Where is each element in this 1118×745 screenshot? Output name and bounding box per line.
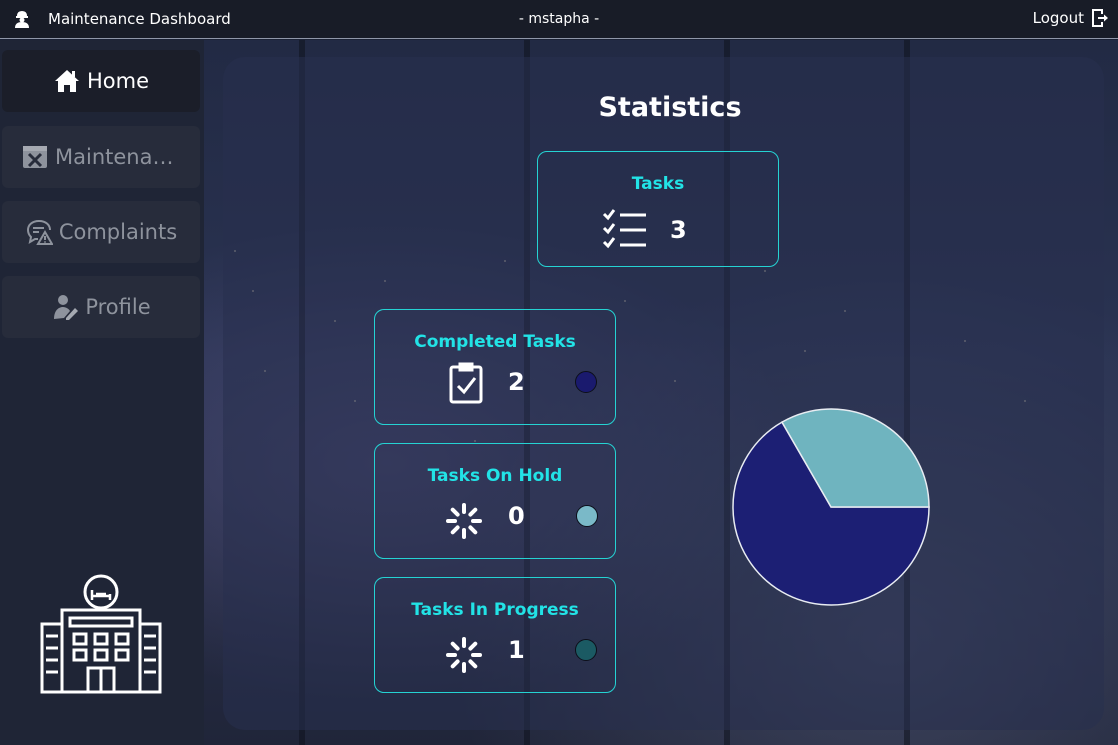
sidebar-item-profile[interactable]: Profile (2, 276, 200, 338)
tasks-on-hold-card: Tasks On Hold 0 (374, 443, 616, 559)
completed-tasks-card: Completed Tasks 2 (374, 309, 616, 425)
spinner-icon (446, 503, 482, 539)
top-bar: Maintenance Dashboard - mstapha - Logout (0, 0, 1118, 39)
sidebar-item-home[interactable]: Home (2, 50, 200, 112)
card-value: 2 (508, 368, 525, 396)
tasks-in-progress-card: Tasks In Progress 1 (374, 577, 616, 693)
legend-dot (576, 505, 598, 527)
user-label: - mstapha - (518, 11, 600, 27)
sidebar: Home Maintenance Complaints Profile (0, 40, 204, 745)
clipboard-check-icon (449, 362, 483, 404)
logout-button[interactable]: Logout (1033, 8, 1108, 28)
sidebar-item-label: Complaints (58, 220, 178, 244)
home-icon (54, 70, 79, 92)
maintenance-icon (23, 146, 47, 168)
tasks-pie-chart (732, 408, 930, 606)
spinner-icon (446, 637, 482, 673)
card-title: Tasks In Progress (411, 600, 579, 620)
card-value: 1 (508, 636, 525, 664)
sidebar-item-label: Maintenance (55, 145, 181, 169)
card-value: 3 (670, 216, 687, 244)
sidebar-item-label: Home (86, 69, 149, 93)
tasks-card: Tasks 3 (537, 151, 779, 267)
logout-icon (1092, 9, 1108, 27)
legend-dot (575, 371, 597, 393)
sidebar-item-label: Profile (85, 295, 151, 319)
page-title: Statistics (598, 92, 742, 123)
profile-icon (54, 295, 79, 320)
sidebar-item-maintenance[interactable]: Maintenance (2, 126, 200, 188)
card-value: 0 (508, 502, 525, 530)
card-title: Tasks On Hold (427, 466, 563, 486)
checklist-icon (602, 209, 646, 249)
complaints-icon (26, 220, 53, 245)
logout-label: Logout (1032, 9, 1084, 27)
card-title: Completed Tasks (414, 332, 576, 352)
card-title: Tasks (631, 174, 685, 194)
sidebar-item-complaints[interactable]: Complaints (2, 201, 200, 263)
legend-dot (575, 639, 597, 661)
hotel-icon (40, 574, 162, 694)
